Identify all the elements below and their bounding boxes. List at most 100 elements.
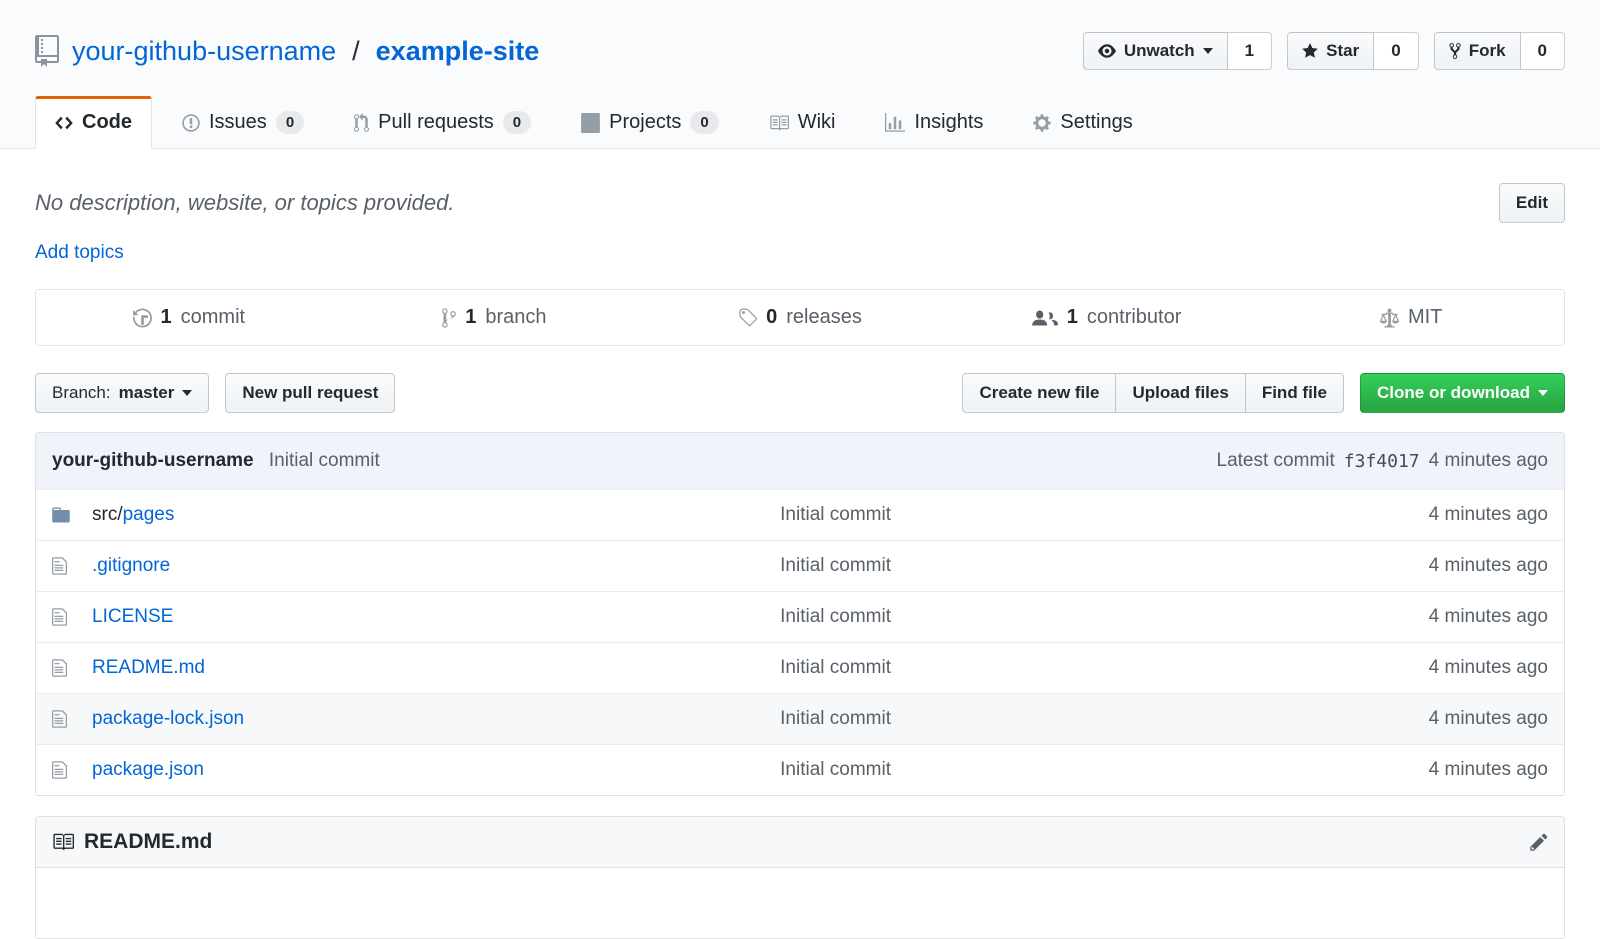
row-age: 4 minutes ago [1328,555,1548,577]
forks-count[interactable]: 0 [1521,32,1565,70]
upload-files-button[interactable]: Upload files [1115,373,1245,413]
branch-select-button[interactable]: Branch: master [35,373,209,413]
row-commit-message[interactable]: Initial commit [780,657,891,678]
tab-pull-requests[interactable]: Pull requests 0 [334,96,551,149]
row-commit-message[interactable]: Initial commit [780,504,891,525]
row-age: 4 minutes ago [1328,606,1548,628]
directory-prefix[interactable]: src/ [92,504,123,525]
stargazers-count[interactable]: 0 [1374,32,1418,70]
star-label: Star [1326,41,1359,61]
row-commit-message[interactable]: Initial commit [780,759,891,780]
fork-button-group: Fork 0 [1434,32,1565,70]
stat-releases[interactable]: 0 releases [647,290,953,345]
readme-title-text: README.md [84,830,212,854]
stat-commits[interactable]: 1 commit [36,290,342,345]
table-row: src/pages Initial commit 4 minutes ago [36,489,1564,540]
caret-down-icon [1538,390,1548,396]
commits-label: commit [181,306,245,329]
file-icon [52,760,67,780]
pencil-icon [1530,832,1548,852]
tab-wiki-label: Wiki [798,111,836,134]
contributors-label: contributor [1087,306,1182,329]
file-link[interactable]: LICENSE [92,606,173,627]
repo-description: No description, website, or topics provi… [35,190,454,216]
latest-commit-bar: your-github-username Initial commit Late… [36,433,1564,489]
releases-count: 0 [766,306,777,329]
file-icon [52,556,67,576]
insights-graph-icon [885,113,905,133]
repo-icon [35,35,59,67]
watch-button-group: Unwatch 1 [1083,32,1272,70]
commit-hash-link[interactable]: f3f4017 [1344,451,1420,472]
find-file-button[interactable]: Find file [1245,373,1344,413]
file-link[interactable]: package-lock.json [92,708,244,729]
repo-stats-bar: 1 commit 1 branch 0 releases 1 contribut… [35,289,1565,346]
tab-wiki[interactable]: Wiki [749,96,856,149]
code-icon [55,113,73,133]
tab-issues-label: Issues [209,111,267,134]
tab-projects[interactable]: Projects 0 [561,96,739,149]
row-commit-message[interactable]: Initial commit [780,555,891,576]
releases-label: releases [786,306,862,329]
table-row: .gitignore Initial commit 4 minutes ago [36,540,1564,591]
edit-button[interactable]: Edit [1499,183,1565,223]
table-row: package-lock.json Initial commit 4 minut… [36,693,1564,744]
tab-insights[interactable]: Insights [865,96,1003,149]
pull-request-icon [354,113,369,133]
unwatch-button[interactable]: Unwatch [1083,32,1228,70]
commit-message-link[interactable]: Initial commit [269,450,380,471]
readme-section: README.md [35,816,1565,939]
branch-icon [442,307,456,329]
file-link[interactable]: .gitignore [92,555,170,576]
stat-branches[interactable]: 1 branch [342,290,648,345]
row-commit-message[interactable]: Initial commit [780,606,891,627]
projects-count-badge: 0 [690,111,718,134]
license-label: MIT [1408,306,1442,329]
star-button[interactable]: Star [1287,32,1374,70]
watchers-count[interactable]: 1 [1228,32,1272,70]
file-icon [52,709,67,729]
row-commit-message[interactable]: Initial commit [780,708,891,729]
tab-code[interactable]: Code [35,96,152,149]
repo-main-content: No description, website, or topics provi… [0,149,1600,939]
new-pull-request-button[interactable]: New pull request [225,373,395,413]
file-browser: your-github-username Initial commit Late… [35,432,1565,796]
law-icon [1380,307,1399,329]
clone-or-download-button[interactable]: Clone or download [1360,373,1565,413]
stat-license[interactable]: MIT [1258,290,1564,345]
file-icon [52,607,67,627]
issues-count-badge: 0 [276,111,304,134]
file-icon [52,658,67,678]
stat-contributors[interactable]: 1 contributor [953,290,1259,345]
wiki-book-icon [769,113,789,133]
file-link[interactable]: package.json [92,759,204,780]
add-topics-link[interactable]: Add topics [35,242,124,264]
issue-icon [182,113,200,133]
folder-icon [52,505,70,525]
people-icon [1030,308,1058,328]
table-row: package.json Initial commit 4 minutes ag… [36,744,1564,795]
file-link[interactable]: pages [123,504,175,525]
file-link[interactable]: README.md [92,657,205,678]
fork-icon [1449,42,1461,60]
gear-icon [1033,113,1051,133]
repo-tab-nav: Code Issues 0 Pull requests 0 Projects 0… [35,96,1565,149]
tab-settings[interactable]: Settings [1013,96,1152,149]
row-age: 4 minutes ago [1328,759,1548,781]
commit-author-link[interactable]: your-github-username [52,450,254,471]
fork-button[interactable]: Fork [1434,32,1521,70]
repo-name-link[interactable]: example-site [376,36,540,67]
tab-issues[interactable]: Issues 0 [162,96,324,149]
repo-owner-link[interactable]: your-github-username [72,36,336,67]
commit-time: 4 minutes ago [1429,450,1548,472]
latest-commit-label: Latest commit [1217,450,1335,472]
tag-icon [738,307,757,329]
tab-pull-requests-label: Pull requests [378,111,494,134]
create-new-file-button[interactable]: Create new file [962,373,1116,413]
edit-readme-button[interactable] [1530,832,1548,852]
row-age: 4 minutes ago [1328,657,1548,679]
star-icon [1302,42,1318,60]
projects-icon [581,113,600,133]
repo-title: your-github-username / example-site [35,35,539,67]
readme-content [36,868,1564,938]
